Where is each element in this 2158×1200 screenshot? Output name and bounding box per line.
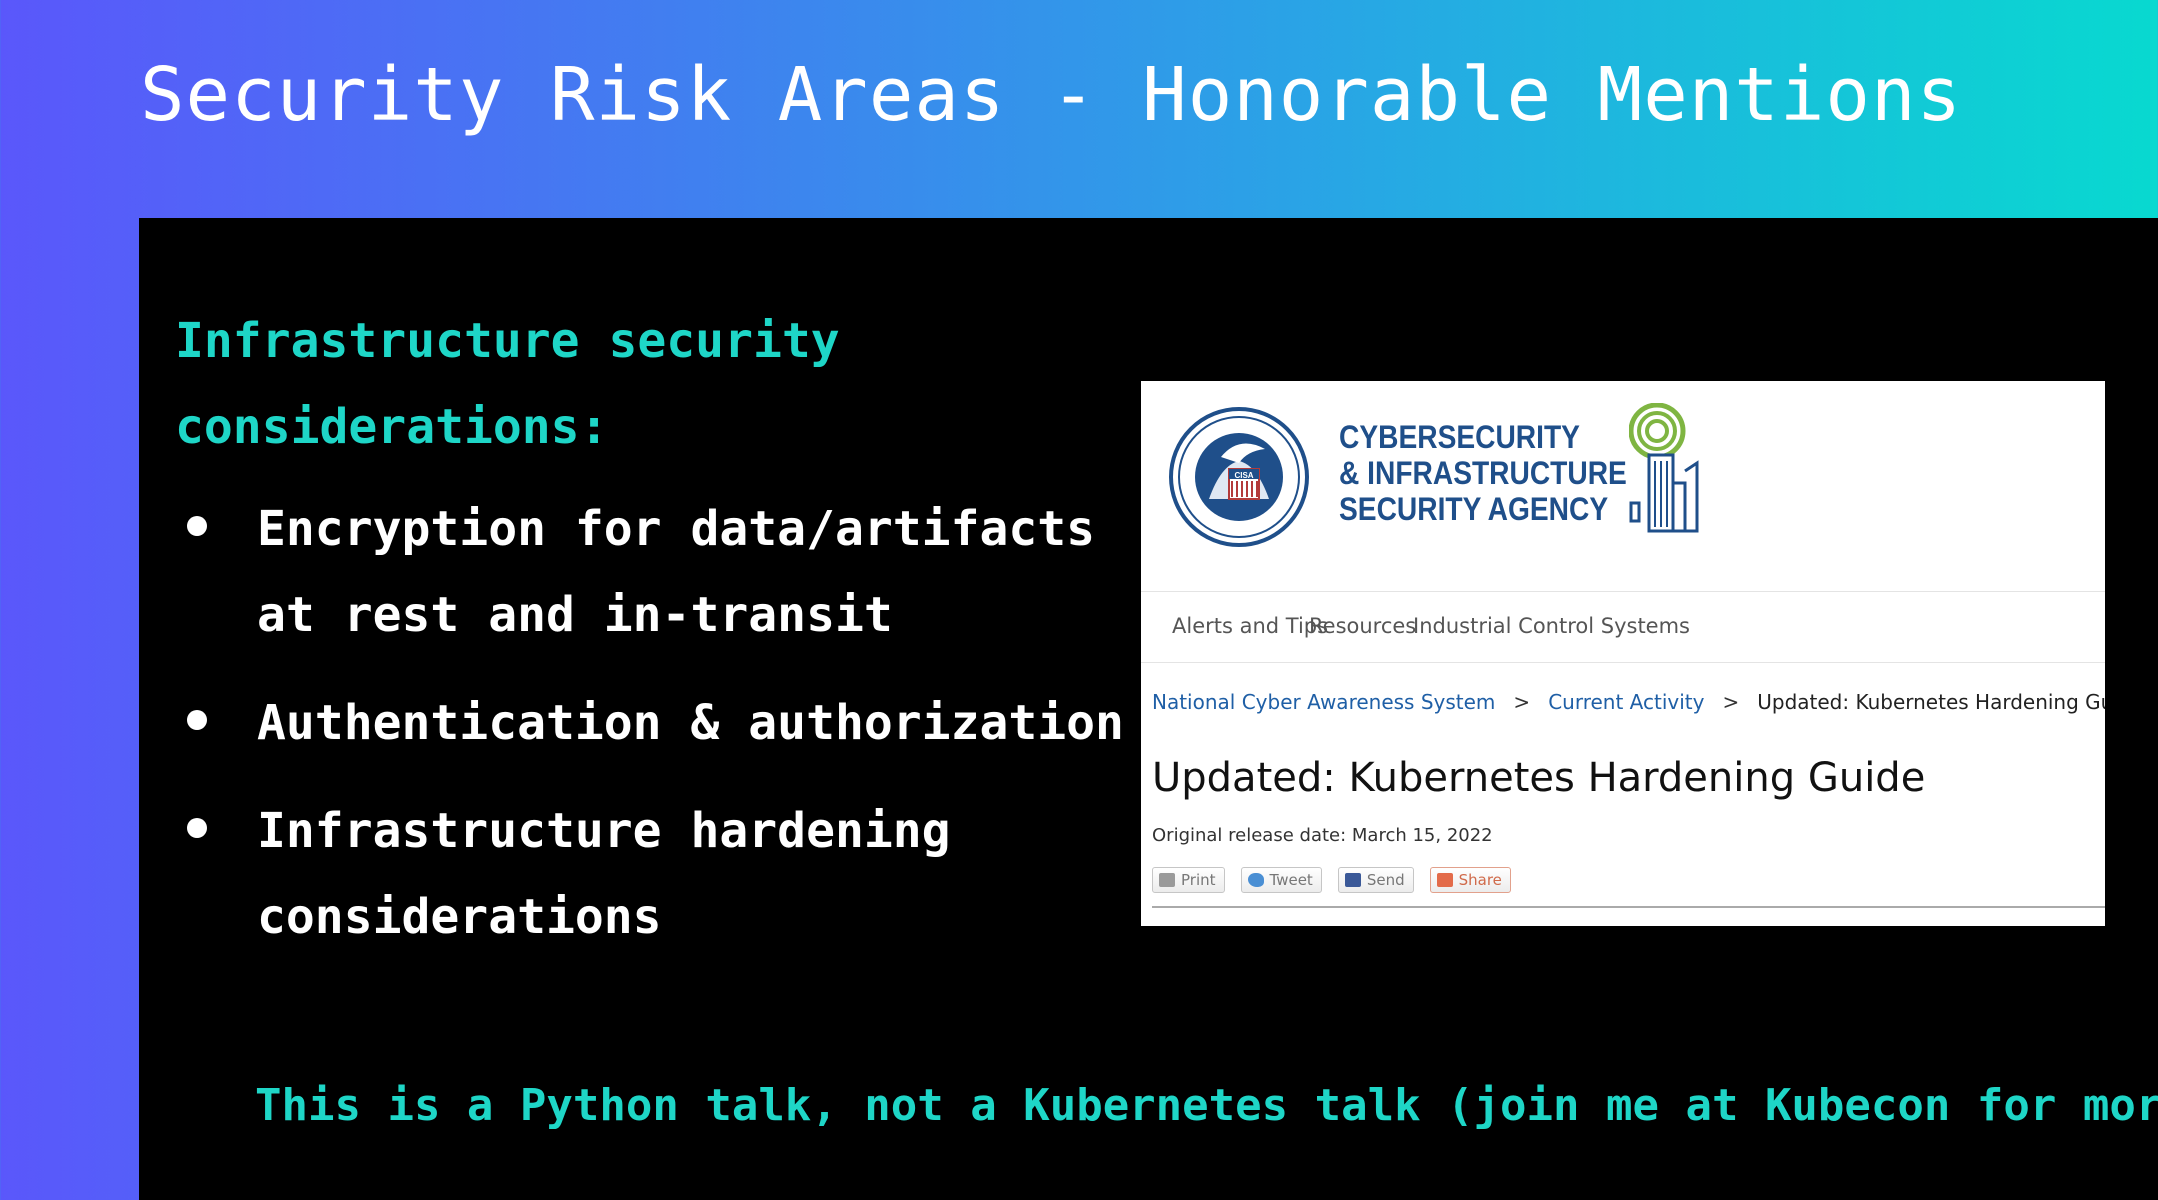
share-button[interactable]: Share [1429,867,1511,893]
seal-label: CISA [1234,471,1253,480]
wordmark-line: CYBERSECURITY [1339,419,1580,455]
bullet-list: Encryption for data/artifacts at rest an… [187,486,1124,982]
plus-icon [1436,873,1453,887]
share-label: Share [1458,871,1502,889]
cisa-nav-bar: Alerts and Tips Resources Industrial Con… [1141,591,2105,663]
nav-item-resources[interactable]: Resources [1309,614,1416,638]
bullet-text: Encryption for data/artifacts at rest an… [257,501,1096,643]
breadcrumb: National Cyber Awareness System > Current … [1152,690,2105,714]
footer-note: This is a Python talk, not a Kubernetes … [255,1080,2158,1131]
release-date: Original release date: March 15, 2022 [1152,825,1493,846]
print-button[interactable]: Print [1152,867,1225,893]
breadcrumb-separator: > [1513,690,1531,714]
send-button[interactable]: Send [1337,867,1414,893]
article-title: Updated: Kubernetes Hardening Guide [1152,755,1926,801]
wordmark-line: & INFRASTRUCTURE [1339,455,1627,491]
bullet-icon [187,710,207,730]
breadcrumb-link-current-activity[interactable]: Current Activity [1548,690,1704,714]
cisa-seal-icon: CISA [1169,407,1309,547]
bullet-icon [187,818,207,838]
bullet-icon [187,516,207,536]
bullet-text: Infrastructure hardening considerations [257,803,951,945]
facebook-icon [1344,873,1361,887]
share-toolbar: Print Tweet Send Share [1152,867,1511,893]
send-label: Send [1366,871,1405,889]
printer-icon [1159,873,1175,887]
twitter-icon [1247,873,1264,887]
tweet-label: Tweet [1269,871,1313,889]
breadcrumb-current: Updated: Kubernetes Hardening Guide [1757,690,2105,714]
bullet-text: Authentication & authorization [257,695,1124,751]
city-tower-icon [1629,403,1699,533]
wordmark-line: SECURITY AGENCY [1339,491,1609,527]
print-label: Print [1181,871,1216,889]
nav-item-alerts-and-tips[interactable]: Alerts and Tips [1172,614,1328,638]
section-heading-text: Infrastructure security considerations: [175,313,840,455]
bullet-item: Infrastructure hardening considerations [187,788,1124,960]
breadcrumb-separator: > [1722,690,1740,714]
nav-item-industrial-control-systems[interactable]: Industrial Control Systems [1413,614,1690,638]
cisa-page-screenshot: CISA CYBERSECURITY & INFRASTRUCTURE SECU… [1141,381,2105,926]
cisa-wordmark: CYBERSECURITY & INFRASTRUCTURE SECURITY … [1339,419,1627,527]
bullet-item: Authentication & authorization [187,680,1124,766]
tweet-button[interactable]: Tweet [1240,867,1322,893]
divider [1152,906,2105,908]
breadcrumb-link-ncas[interactable]: National Cyber Awareness System [1152,690,1495,714]
slide-title: Security Risk Areas - Honorable Mentions [140,52,1963,138]
bullet-item: Encryption for data/artifacts at rest an… [187,486,1124,658]
section-heading: Infrastructure security considerations: [175,298,840,470]
